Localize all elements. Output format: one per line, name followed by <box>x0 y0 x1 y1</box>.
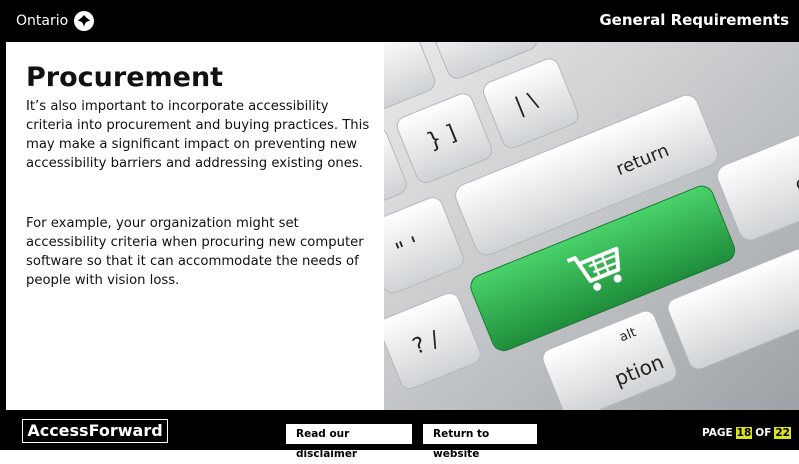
ontario-label: Ontario <box>16 13 69 29</box>
trillium-icon <box>74 11 95 31</box>
section-title: General Requirements <box>599 11 789 29</box>
return-to-website-button[interactable]: Return to website <box>423 424 537 460</box>
paragraph-2: For example, your organization might set… <box>26 216 364 288</box>
page-word: PAGE <box>701 427 733 439</box>
current-page: 18 <box>735 427 753 439</box>
page-title: Procurement <box>26 62 224 93</box>
ontario-brand[interactable]: Ontario <box>16 11 95 31</box>
page-indicator: PAGE 18 OF 22 <box>702 427 791 439</box>
disclaimer-button[interactable]: Read our disclaimer <box>286 424 412 460</box>
total-pages: 22 <box>774 427 791 439</box>
bottom-bar: AccessForward Read our disclaimer Return… <box>0 410 799 460</box>
keyboard-photo: } ] | \ return " ' control ? / alt ption <box>384 42 799 410</box>
paragraph-1: It’s also important to incorporate acces… <box>26 99 370 171</box>
top-bar: Ontario General Requirements <box>0 0 799 42</box>
accessforward-logo[interactable]: AccessForward <box>22 419 168 443</box>
content-panel: Procurement It’s also important to incor… <box>6 42 384 410</box>
of-word: OF <box>755 427 772 439</box>
keyboard-illustration: } ] | \ return " ' control ? / alt ption <box>384 42 799 410</box>
